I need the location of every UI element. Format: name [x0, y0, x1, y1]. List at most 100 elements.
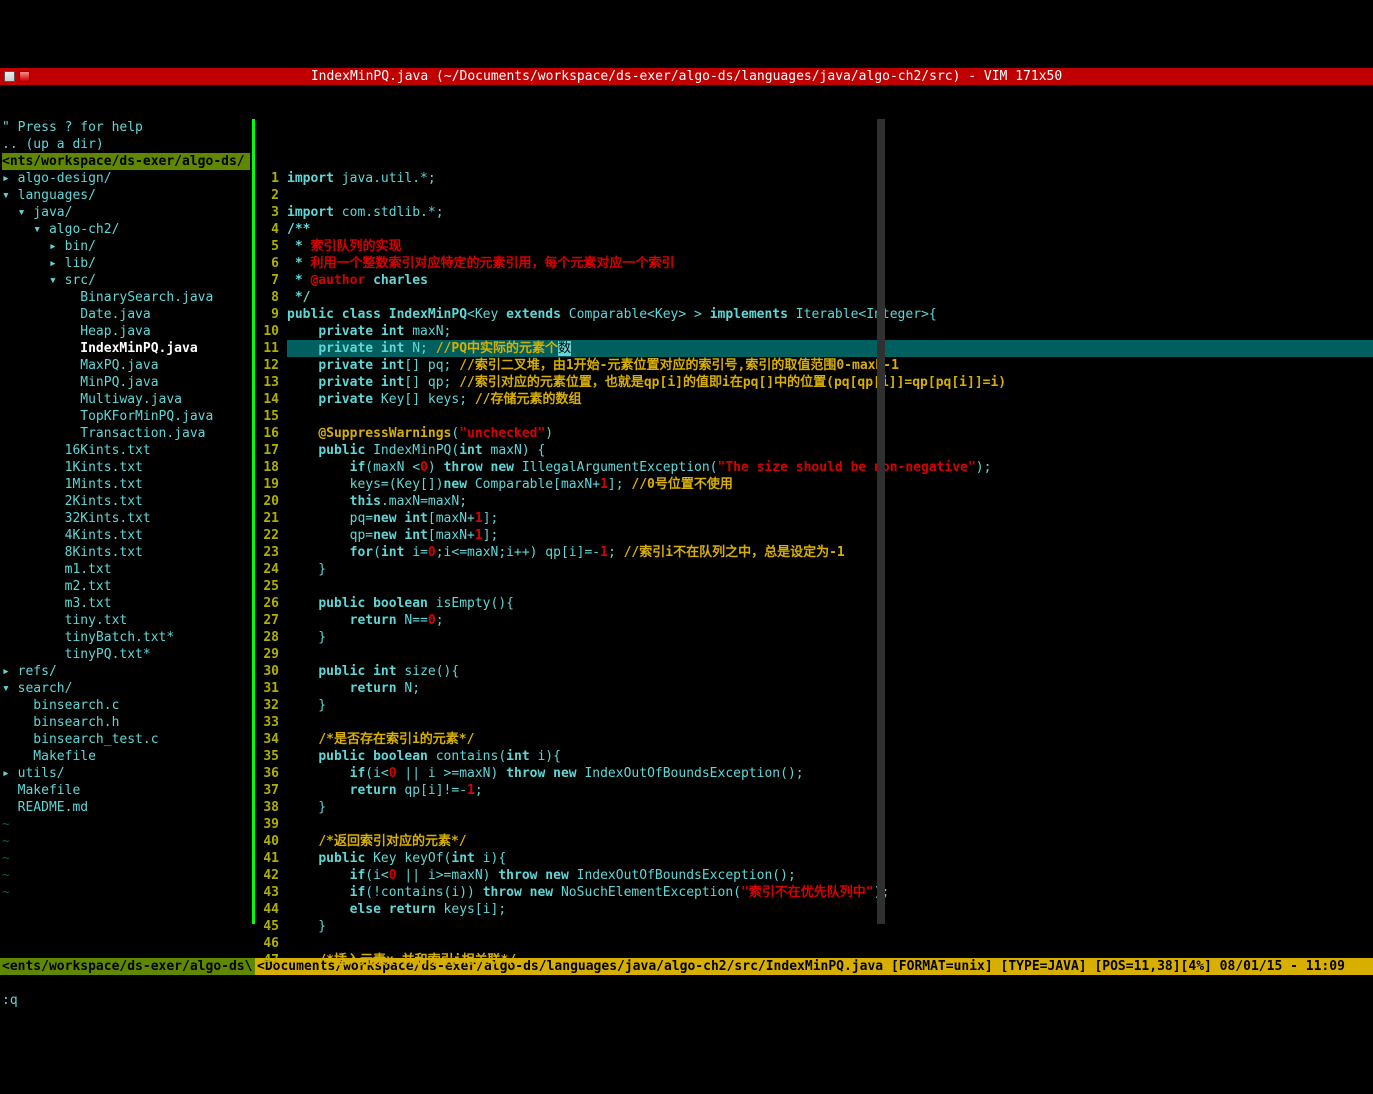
tree-item[interactable]: README.md — [2, 799, 250, 816]
minimize-icon[interactable] — [4, 71, 15, 82]
code-line[interactable]: 16 @SuppressWarnings("unchecked") — [255, 425, 1373, 442]
code-text: } — [287, 561, 1373, 578]
tree-item[interactable]: tinyBatch.txt* — [2, 629, 250, 646]
code-line[interactable]: 24 } — [255, 561, 1373, 578]
code-pane[interactable]: 1import java.util.*;23import com.stdlib.… — [255, 119, 1373, 924]
tree-item[interactable]: Date.java — [2, 306, 250, 323]
tree-help[interactable]: " Press ? for help — [2, 119, 250, 136]
code-line[interactable]: 47 /*插入元素x,并和索引i相关联*/ — [255, 952, 1373, 969]
code-line[interactable]: 8 */ — [255, 289, 1373, 306]
code-line[interactable]: 18 if(maxN <0) throw new IllegalArgument… — [255, 459, 1373, 476]
code-line[interactable]: 2 — [255, 187, 1373, 204]
code-line[interactable]: 4/** — [255, 221, 1373, 238]
tree-item[interactable]: 16Kints.txt — [2, 442, 250, 459]
tree-item[interactable]: m3.txt — [2, 595, 250, 612]
tree-item[interactable]: BinarySearch.java — [2, 289, 250, 306]
code-line[interactable]: 5 * 索引队列的实现 — [255, 238, 1373, 255]
code-line[interactable]: 21 pq=new int[maxN+1]; — [255, 510, 1373, 527]
tree-item[interactable]: m2.txt — [2, 578, 250, 595]
code-line[interactable]: 1import java.util.*; — [255, 170, 1373, 187]
tree-up-dir[interactable]: .. (up a dir) — [2, 136, 250, 153]
tree-item[interactable]: ▸ utils/ — [2, 765, 250, 782]
tree-item[interactable]: Makefile — [2, 748, 250, 765]
code-line[interactable]: 3import com.stdlib.*; — [255, 204, 1373, 221]
tree-item[interactable]: MinPQ.java — [2, 374, 250, 391]
tree-item[interactable]: ▸ refs/ — [2, 663, 250, 680]
tree-item[interactable]: ▾ java/ — [2, 204, 250, 221]
code-line[interactable]: 39 — [255, 816, 1373, 833]
tree-item[interactable]: tiny.txt — [2, 612, 250, 629]
code-line[interactable]: 19 keys=(Key[])new Comparable[maxN+1]; /… — [255, 476, 1373, 493]
code-line[interactable]: 20 this.maxN=maxN; — [255, 493, 1373, 510]
tree-item[interactable]: 1Kints.txt — [2, 459, 250, 476]
code-line[interactable]: 43 if(!contains(i)) throw new NoSuchElem… — [255, 884, 1373, 901]
code-line[interactable]: 38 } — [255, 799, 1373, 816]
tree-item[interactable]: 2Kints.txt — [2, 493, 250, 510]
code-text: this.maxN=maxN; — [287, 493, 1373, 510]
code-line[interactable]: 14 private Key[] keys; //存储元素的数组 — [255, 391, 1373, 408]
code-line[interactable]: 44 else return keys[i]; — [255, 901, 1373, 918]
code-line[interactable]: 40 /*返回索引对应的元素*/ — [255, 833, 1373, 850]
code-line[interactable]: 35 public boolean contains(int i){ — [255, 748, 1373, 765]
code-line[interactable]: 36 if(i<0 || i >=maxN) throw new IndexOu… — [255, 765, 1373, 782]
code-line[interactable]: 11 private int N; //PQ中实际的元素个数 — [255, 340, 1373, 357]
tree-item[interactable]: ▾ search/ — [2, 680, 250, 697]
tree-item[interactable]: 32Kints.txt — [2, 510, 250, 527]
line-number: 7 — [255, 272, 287, 289]
tree-item[interactable]: m1.txt — [2, 561, 250, 578]
code-line[interactable]: 9public class IndexMinPQ<Key extends Com… — [255, 306, 1373, 323]
code-line[interactable]: 34 /*是否存在索引i的元素*/ — [255, 731, 1373, 748]
code-line[interactable]: 22 qp=new int[maxN+1]; — [255, 527, 1373, 544]
tree-item[interactable]: 4Kints.txt — [2, 527, 250, 544]
close-icon[interactable] — [19, 71, 30, 82]
tree-item[interactable]: Multiway.java — [2, 391, 250, 408]
code-line[interactable]: 7 * @author charles — [255, 272, 1373, 289]
code-line[interactable]: 10 private int maxN; — [255, 323, 1373, 340]
code-line[interactable]: 26 public boolean isEmpty(){ — [255, 595, 1373, 612]
code-line[interactable]: 41 public Key keyOf(int i){ — [255, 850, 1373, 867]
tree-item[interactable]: Transaction.java — [2, 425, 250, 442]
tree-item[interactable]: binsearch.h — [2, 714, 250, 731]
tree-item[interactable]: binsearch_test.c — [2, 731, 250, 748]
code-line[interactable]: 31 return N; — [255, 680, 1373, 697]
tree-item[interactable]: ▾ src/ — [2, 272, 250, 289]
tree-root[interactable]: <nts/workspace/ds-exer/algo-ds/ — [2, 153, 250, 170]
code-line[interactable]: 28 } — [255, 629, 1373, 646]
code-line[interactable]: 30 public int size(){ — [255, 663, 1373, 680]
tree-item[interactable]: ▸ bin/ — [2, 238, 250, 255]
tree-item[interactable]: ▾ algo-ch2/ — [2, 221, 250, 238]
code-line[interactable]: 45 } — [255, 918, 1373, 935]
code-line[interactable]: 29 — [255, 646, 1373, 663]
tree-item[interactable]: binsearch.c — [2, 697, 250, 714]
code-line[interactable]: 46 — [255, 935, 1373, 952]
tree-item[interactable]: ▸ algo-design/ — [2, 170, 250, 187]
tree-item[interactable]: ▾ languages/ — [2, 187, 250, 204]
code-line[interactable]: 17 public IndexMinPQ(int maxN) { — [255, 442, 1373, 459]
code-line[interactable]: 6 * 利用一个整数索引对应特定的元素引用，每个元素对应一个索引 — [255, 255, 1373, 272]
code-line[interactable]: 25 — [255, 578, 1373, 595]
command-line[interactable]: :q — [0, 992, 1373, 1009]
tree-item[interactable]: Makefile — [2, 782, 250, 799]
code-line[interactable]: 23 for(int i=0;i<=maxN;i++) qp[i]=-1; //… — [255, 544, 1373, 561]
nerdtree-pane[interactable]: " Press ? for help.. (up a dir)<nts/work… — [0, 119, 252, 924]
editor-main: " Press ? for help.. (up a dir)<nts/work… — [0, 119, 1373, 924]
tree-item[interactable]: 1Mints.txt — [2, 476, 250, 493]
code-text: for(int i=0;i<=maxN;i++) qp[i]=-1; //索引i… — [287, 544, 1373, 561]
code-line[interactable]: 13 private int[] qp; //索引对应的元素位置，也就是qp[i… — [255, 374, 1373, 391]
tree-item[interactable]: 8Kints.txt — [2, 544, 250, 561]
tree-item[interactable]: IndexMinPQ.java — [2, 340, 250, 357]
tree-item[interactable]: Heap.java — [2, 323, 250, 340]
code-line[interactable]: 12 private int[] pq; //索引二叉堆，由1开始-元素位置对应… — [255, 357, 1373, 374]
code-text: /*是否存在索引i的元素*/ — [287, 731, 1373, 748]
tree-item[interactable]: tinyPQ.txt* — [2, 646, 250, 663]
code-line[interactable]: 15 — [255, 408, 1373, 425]
code-line[interactable]: 27 return N==0; — [255, 612, 1373, 629]
code-line[interactable]: 32 } — [255, 697, 1373, 714]
code-line[interactable]: 37 return qp[i]!=-1; — [255, 782, 1373, 799]
tree-item[interactable]: TopKForMinPQ.java — [2, 408, 250, 425]
code-line[interactable]: 42 if(i<0 || i>=maxN) throw new IndexOut… — [255, 867, 1373, 884]
code-text: return N==0; — [287, 612, 1373, 629]
tree-item[interactable]: ▸ lib/ — [2, 255, 250, 272]
tree-item[interactable]: MaxPQ.java — [2, 357, 250, 374]
code-line[interactable]: 33 — [255, 714, 1373, 731]
